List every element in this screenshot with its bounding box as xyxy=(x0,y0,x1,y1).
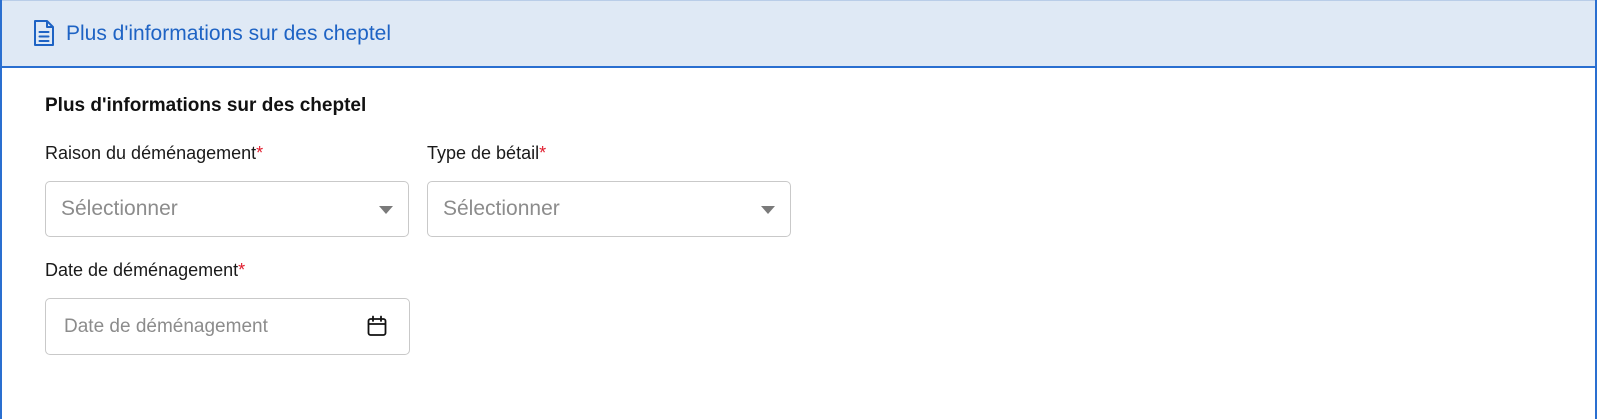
move-date-label: Date de déménagement* xyxy=(45,258,245,282)
info-panel: Plus d'informations sur des cheptel Plus… xyxy=(0,0,1597,419)
livestock-type-label-text: Type de bétail xyxy=(427,143,540,163)
reason-select[interactable]: Sélectionner xyxy=(45,181,409,237)
livestock-type-select-placeholder: Sélectionner xyxy=(443,197,560,220)
required-marker: * xyxy=(238,260,246,280)
reason-label: Raison du déménagement* xyxy=(45,141,263,165)
panel-header[interactable]: Plus d'informations sur des cheptel xyxy=(2,0,1595,68)
chevron-down-icon xyxy=(761,206,775,214)
move-date-input[interactable]: Date de déménagement xyxy=(45,298,410,355)
move-date-placeholder: Date de déménagement xyxy=(64,316,268,337)
section-title: Plus d'informations sur des cheptel xyxy=(45,95,367,116)
required-marker: * xyxy=(256,143,264,163)
livestock-type-label: Type de bétail* xyxy=(427,141,546,165)
livestock-type-select[interactable]: Sélectionner xyxy=(427,181,791,237)
calendar-icon[interactable] xyxy=(367,315,387,337)
required-marker: * xyxy=(539,143,547,163)
document-icon xyxy=(34,20,54,46)
reason-label-text: Raison du déménagement xyxy=(45,143,257,163)
move-date-label-text: Date de déménagement xyxy=(45,260,239,280)
reason-select-placeholder: Sélectionner xyxy=(61,197,178,220)
panel-title: Plus d'informations sur des cheptel xyxy=(66,22,392,45)
chevron-down-icon xyxy=(379,206,393,214)
